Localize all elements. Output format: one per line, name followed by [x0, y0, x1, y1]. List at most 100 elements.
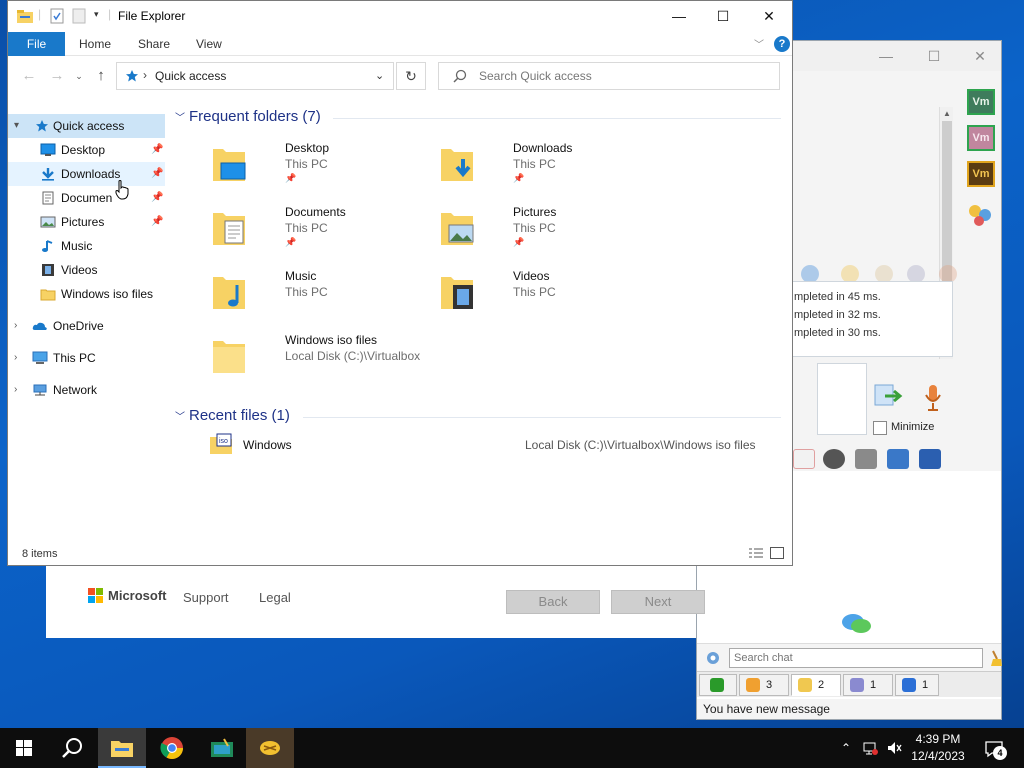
tab-file[interactable]: File: [8, 32, 65, 56]
tab-console[interactable]: [699, 674, 737, 696]
sidebar-item-pictures[interactable]: Pictures 📌: [8, 210, 165, 234]
vm-badge[interactable]: Vm: [967, 161, 995, 187]
help-button[interactable]: ?: [774, 36, 790, 52]
folder-tile-desktop[interactable]: Desktop This PC 📌: [201, 137, 421, 193]
clock-date[interactable]: 12/4/2023: [908, 749, 968, 763]
folder-tile-videos[interactable]: Videos This PC: [429, 265, 649, 321]
tile-location: This PC: [513, 221, 556, 235]
taskbar-file-explorer[interactable]: [98, 728, 146, 768]
expand-chevron-icon[interactable]: ›: [14, 314, 17, 338]
maximize-button[interactable]: ☐: [700, 1, 746, 32]
webcam-icon[interactable]: [823, 449, 845, 469]
refresh-button[interactable]: ↻: [396, 62, 426, 90]
start-button[interactable]: [0, 728, 48, 768]
show-hidden-icons-icon[interactable]: ⌃: [838, 740, 854, 756]
tab-share[interactable]: Share: [138, 32, 170, 56]
quick-access-toolbar-dropdown-icon[interactable]: ▾: [94, 9, 99, 20]
sidebar-item-documents[interactable]: Documen 📌: [8, 186, 165, 210]
tab-messages[interactable]: 2: [791, 674, 841, 696]
sidebar-item-network[interactable]: › Network: [8, 378, 165, 402]
documents-icon: [42, 191, 54, 205]
next-button[interactable]: Next: [611, 590, 705, 614]
sidebar-item-label: Network: [53, 383, 98, 397]
minimize-button[interactable]: —: [656, 1, 702, 32]
folder-tile-music[interactable]: Music This PC: [201, 265, 421, 321]
settings-gear-icon[interactable]: [705, 650, 721, 666]
search-input[interactable]: Search Quick access: [438, 62, 780, 90]
sidebar-item-label: Windows iso files: [61, 287, 154, 301]
volume-muted-icon[interactable]: [886, 740, 902, 756]
back-arrow-icon[interactable]: ←: [20, 68, 38, 84]
sidebar-item-this-pc[interactable]: › This PC: [8, 346, 165, 370]
expand-chevron-icon[interactable]: ›: [14, 346, 17, 370]
sidebar-item-music[interactable]: Music: [8, 234, 165, 258]
scroll-up-icon[interactable]: ▲: [940, 107, 954, 121]
expand-chevron-icon[interactable]: ›: [14, 378, 17, 402]
explorer-app-icon[interactable]: [16, 8, 34, 24]
group-title: Recent files (1): [189, 407, 290, 424]
support-link[interactable]: Support: [183, 590, 229, 605]
pin-icon[interactable]: 📌: [151, 138, 163, 162]
tab-groups[interactable]: 1: [843, 674, 893, 696]
taskbar-app-3[interactable]: [198, 728, 246, 768]
chat-minimize-button[interactable]: —: [877, 47, 895, 65]
sidebar-item-videos[interactable]: Videos: [8, 258, 165, 282]
broom-icon[interactable]: [989, 649, 1003, 667]
properties-icon[interactable]: [50, 8, 64, 24]
save-icon[interactable]: [919, 449, 941, 469]
folder-tile-documents[interactable]: Documents This PC 📌: [201, 201, 421, 257]
message-input[interactable]: [817, 363, 867, 435]
code-icon[interactable]: [793, 449, 815, 469]
details-view-icon[interactable]: [748, 547, 764, 559]
videos-icon: [42, 264, 54, 276]
forward-arrow-icon[interactable]: →: [48, 68, 66, 84]
address-dropdown-icon[interactable]: ⌄: [375, 69, 384, 82]
pin-icon[interactable]: 📌: [151, 210, 163, 234]
sidebar-item-onedrive[interactable]: › OneDrive: [8, 314, 165, 338]
minimize-checkbox[interactable]: [873, 421, 887, 435]
folder-tile-windows-iso-files[interactable]: Windows iso files Local Disk (C:)\Virtua…: [201, 329, 421, 385]
pin-icon[interactable]: 📌: [151, 186, 163, 210]
new-folder-icon[interactable]: [72, 8, 86, 24]
folder-tile-pictures[interactable]: Pictures This PC 📌: [429, 201, 649, 257]
recent-file-row[interactable]: iso Windows Local Disk (C:)\Virtualbox\W…: [201, 433, 761, 457]
recent-locations-icon[interactable]: ⌄: [70, 68, 88, 84]
tab-view[interactable]: View: [196, 32, 222, 56]
taskbar-chrome[interactable]: [148, 728, 196, 768]
chat-close-button[interactable]: ✕: [971, 47, 989, 65]
frequent-folders-header[interactable]: ﹀ Frequent folders (7): [175, 108, 321, 125]
pin-icon[interactable]: 📌: [151, 162, 163, 186]
network-status-icon[interactable]: [862, 740, 878, 756]
clapper-icon[interactable]: [855, 449, 877, 469]
sidebar-item-label: Documen: [61, 191, 113, 205]
legal-link[interactable]: Legal: [259, 590, 291, 605]
folder-tile-downloads[interactable]: Downloads This PC 📌: [429, 137, 649, 193]
tab-home[interactable]: Home: [79, 32, 111, 56]
sidebar-item-windows-iso-files[interactable]: Windows iso files: [8, 282, 165, 306]
chat-maximize-button[interactable]: ☐: [925, 47, 943, 65]
breadcrumb-chevron-icon[interactable]: ›: [143, 68, 147, 82]
vm-badge[interactable]: Vm: [967, 125, 995, 151]
collapse-chevron-icon[interactable]: ▾: [14, 114, 19, 138]
users-settings-icon[interactable]: [965, 201, 995, 229]
search-chat-input[interactable]: [729, 648, 983, 668]
sidebar-item-desktop[interactable]: Desktop 📌: [8, 138, 165, 162]
vm-badge[interactable]: Vm: [967, 89, 995, 115]
search-button[interactable]: [48, 728, 96, 768]
address-bar[interactable]: › Quick access ⌄: [116, 62, 394, 90]
sidebar-item-downloads[interactable]: Downloads 📌: [8, 162, 165, 186]
large-icons-view-icon[interactable]: [770, 547, 784, 559]
back-button[interactable]: Back: [506, 590, 600, 614]
notes-icon[interactable]: [887, 449, 909, 469]
close-button[interactable]: ✕: [746, 1, 792, 32]
recent-files-header[interactable]: ﹀ Recent files (1): [175, 407, 290, 424]
up-arrow-icon[interactable]: ↑: [92, 68, 110, 84]
tab-contacts[interactable]: 3: [739, 674, 789, 696]
send-icon[interactable]: [873, 383, 905, 409]
microphone-icon[interactable]: [923, 383, 943, 413]
clock-time[interactable]: 4:39 PM: [908, 732, 968, 746]
taskbar-chat-app[interactable]: [246, 728, 294, 768]
tab-pins[interactable]: 1: [895, 674, 939, 696]
sidebar-item-quick-access[interactable]: ▾ Quick access: [8, 114, 165, 138]
expand-ribbon-icon[interactable]: ﹀: [754, 36, 764, 51]
